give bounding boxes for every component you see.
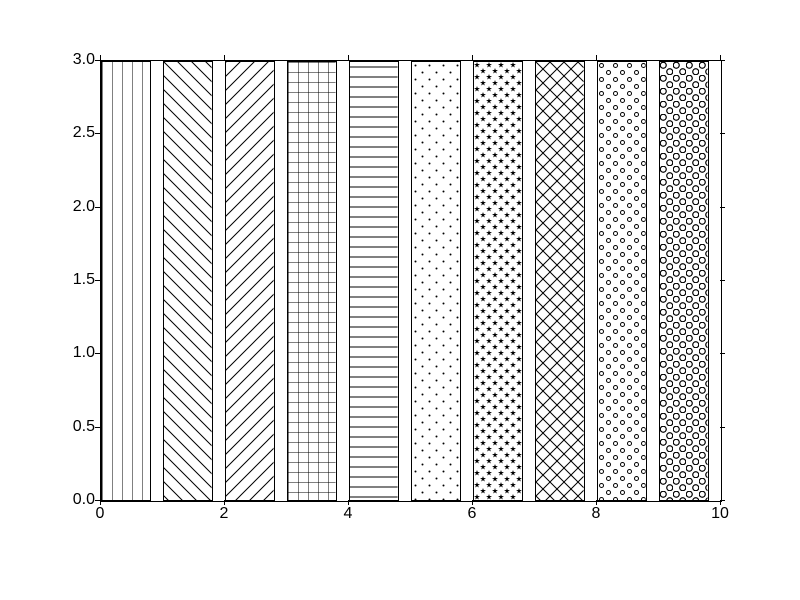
bar-4 (349, 61, 399, 501)
hatch-plus-icon (288, 62, 336, 500)
x-tick-mark-top (100, 55, 101, 60)
hatch-backslash-icon (164, 62, 212, 500)
y-tick-label: 3.0 (60, 51, 95, 69)
y-tick-label: 2.5 (60, 124, 95, 142)
bar-2 (225, 61, 275, 501)
y-tick-mark-right (720, 207, 725, 208)
bar-1 (163, 61, 213, 501)
x-tick-mark (100, 500, 101, 505)
hatch-x-icon (536, 62, 584, 500)
y-tick-mark-right (720, 133, 725, 134)
hatch-vertical-icon (102, 62, 150, 500)
y-tick-mark-right (720, 353, 725, 354)
y-tick-mark-right (720, 427, 725, 428)
x-tick-mark (596, 500, 597, 505)
bar-5 (411, 61, 461, 501)
y-tick-mark (95, 207, 100, 208)
hatch-small-circle-icon (598, 62, 646, 500)
y-tick-label: 1.0 (60, 344, 95, 362)
x-tick-mark-top (472, 55, 473, 60)
x-tick-mark (472, 500, 473, 505)
x-tick-label: 6 (468, 505, 477, 523)
x-tick-mark-top (224, 55, 225, 60)
y-tick-mark (95, 280, 100, 281)
x-tick-label: 0 (96, 505, 105, 523)
bar-7 (535, 61, 585, 501)
bar-3 (287, 61, 337, 501)
x-tick-label: 8 (592, 505, 601, 523)
x-tick-mark (224, 500, 225, 505)
bar-0 (101, 61, 151, 501)
y-tick-label: 2.0 (60, 198, 95, 216)
y-tick-label: 1.5 (60, 271, 95, 289)
x-tick-mark-top (596, 55, 597, 60)
x-tick-mark (348, 500, 349, 505)
plot-area (100, 60, 722, 502)
bar-9 (659, 61, 709, 501)
y-tick-mark (95, 133, 100, 134)
y-tick-mark (95, 353, 100, 354)
y-tick-label: 0.5 (60, 418, 95, 436)
x-tick-mark-top (720, 55, 721, 60)
y-tick-mark-right (720, 60, 725, 61)
bar-6 (473, 61, 523, 501)
hatch-dash-icon (350, 62, 398, 500)
x-tick-label: 4 (344, 505, 353, 523)
x-tick-label: 10 (711, 505, 729, 523)
y-tick-mark-right (720, 280, 725, 281)
hatch-forwardslash-icon (226, 62, 274, 500)
bar-8 (597, 61, 647, 501)
hatch-dot-icon (412, 62, 460, 500)
x-tick-label: 2 (220, 505, 229, 523)
y-tick-mark (95, 427, 100, 428)
y-tick-label: 0.0 (60, 491, 95, 509)
x-tick-mark (720, 500, 721, 505)
hatch-big-circle-icon (660, 62, 708, 500)
x-tick-mark-top (348, 55, 349, 60)
y-tick-mark (95, 60, 100, 61)
hatch-star-icon (474, 62, 522, 500)
chart-container: 0.0 0.5 1.0 1.5 2.0 2.5 3.0 0 2 4 6 8 10 (0, 0, 800, 600)
